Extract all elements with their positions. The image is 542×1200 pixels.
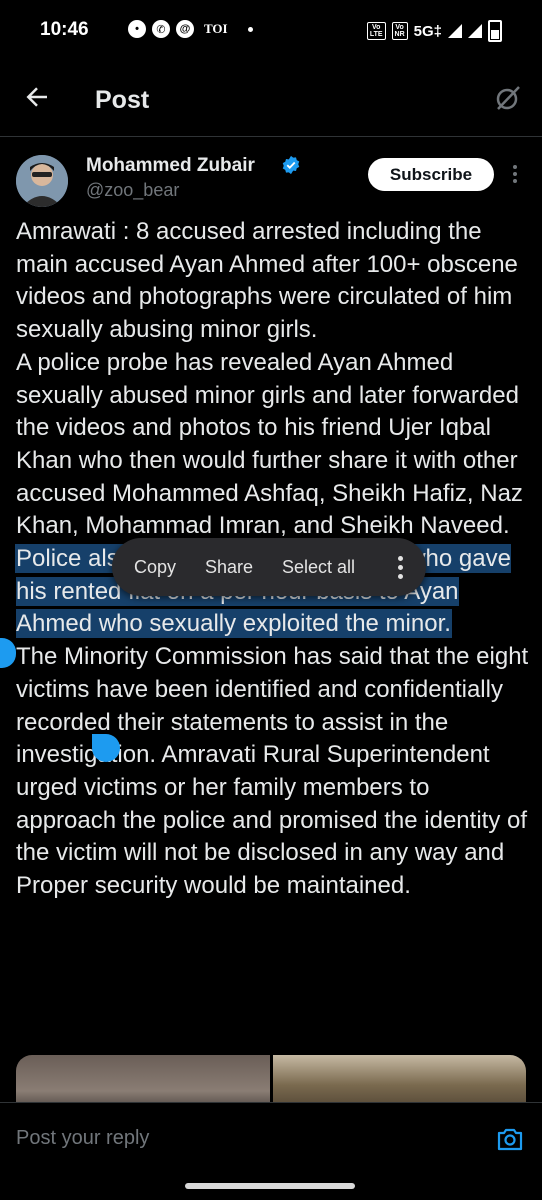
author-handle[interactable]: @zoo_bear: [86, 180, 179, 201]
signal-icon-2: [468, 24, 482, 38]
grok-icon[interactable]: [492, 82, 524, 114]
network-type: 5G‡: [413, 22, 442, 40]
selection-start-handle[interactable]: [0, 638, 16, 668]
back-arrow-icon[interactable]: [22, 82, 52, 112]
reply-input[interactable]: Post your reply: [16, 1127, 149, 1150]
post-paragraph-2: A police probe has revealed Ayan Ahmed s…: [16, 348, 523, 540]
chat-icon: •: [128, 20, 146, 38]
share-button[interactable]: Share: [205, 557, 253, 578]
avatar[interactable]: [16, 155, 68, 207]
post-header: Post: [0, 62, 542, 137]
verified-badge-icon: [282, 155, 300, 175]
text-selection-menu: Copy Share Select all: [112, 538, 426, 596]
notification-icons: • ✆ @ TOI: [128, 20, 253, 38]
gesture-bar: [185, 1183, 355, 1189]
threads-icon: @: [176, 20, 194, 38]
subscribe-button[interactable]: Subscribe: [368, 158, 494, 191]
signal-icon: [448, 24, 462, 38]
page-title: Post: [95, 86, 150, 114]
more-notifications-icon: [247, 26, 253, 32]
reply-bar: Post your reply: [0, 1102, 542, 1173]
author-name[interactable]: Mohammed Zubair: [86, 155, 255, 177]
more-menu-icon[interactable]: [396, 554, 404, 580]
battery-icon: [488, 20, 502, 42]
volte-lte-icon: Vo LTE: [366, 22, 386, 40]
volte-nr-icon: Vo NR: [391, 22, 408, 40]
status-bar: 10:46 • ✆ @ TOI Vo LTE Vo NR 5G‡: [0, 0, 542, 62]
post-paragraph-1: Amrawati : 8 accused arrested including …: [16, 218, 518, 344]
select-all-button[interactable]: Select all: [282, 557, 355, 578]
whatsapp-icon: ✆: [152, 20, 170, 38]
copy-button[interactable]: Copy: [134, 557, 176, 578]
system-icons: Vo LTE Vo NR 5G‡: [366, 20, 502, 42]
toi-icon: TOI: [204, 21, 228, 36]
camera-icon[interactable]: [496, 1127, 524, 1151]
status-time: 10:46: [40, 19, 89, 40]
post-paragraph-4: The Minority Commission has said that th…: [16, 643, 529, 900]
selection-end-handle[interactable]: [92, 734, 120, 762]
more-options-icon[interactable]: [508, 162, 522, 186]
